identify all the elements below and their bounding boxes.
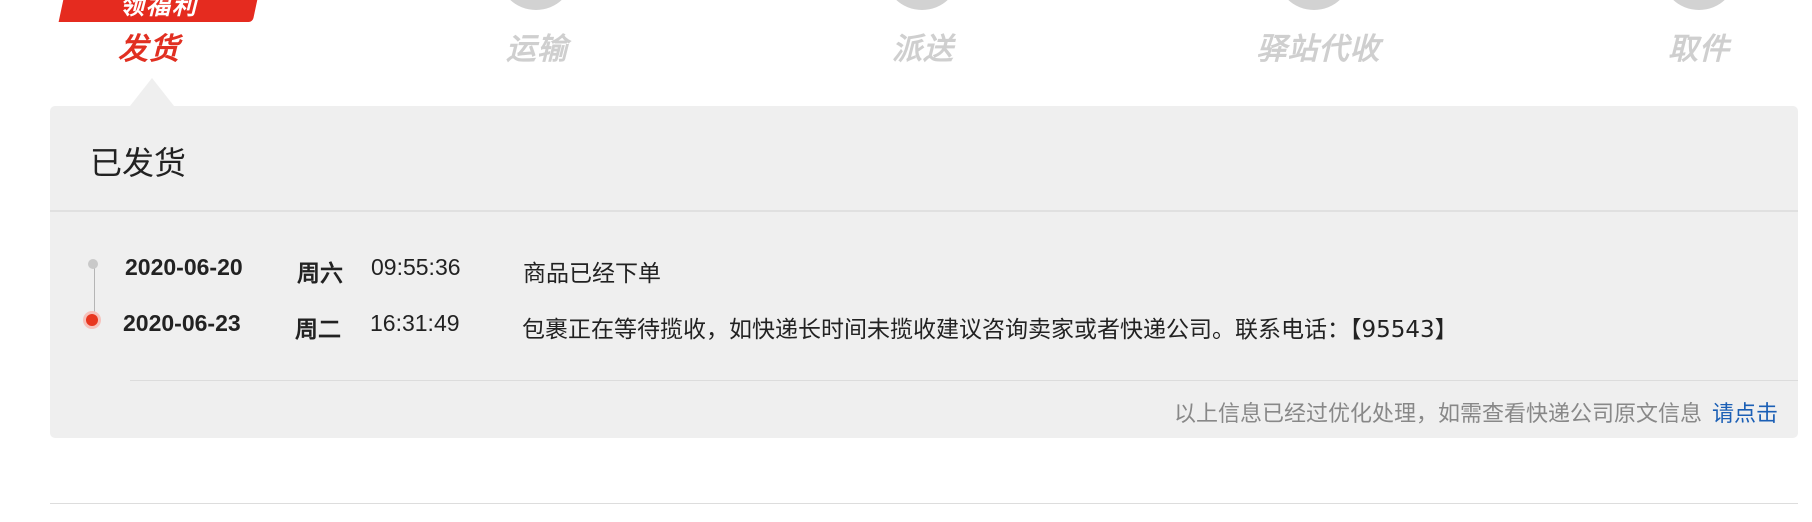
- step-station-pickup: 驿站代收: [1256, 32, 1381, 67]
- note-divider: [130, 380, 1798, 381]
- event-date: 2020-06-20: [125, 254, 243, 280]
- status-title: 已发货: [90, 144, 187, 182]
- shipping-progress: 领福利 发货 运输 派送 驿站代收 取件: [0, 0, 1812, 106]
- promo-logo[interactable]: 领福利: [58, 0, 260, 22]
- view-original-link[interactable]: 请点击: [1712, 402, 1778, 427]
- panel-divider: [50, 210, 1798, 212]
- optimization-note: 以上信息已经过优化处理，如需查看快递公司原文信息 请点击: [1174, 396, 1778, 428]
- step-transit: 运输: [506, 32, 568, 67]
- tracking-panel: 已发货 2020-06-20 周六 09:55:36 商品已经下单 2020-0…: [50, 106, 1798, 438]
- station-step-icon: [1276, 0, 1352, 10]
- promo-logo-text: 领福利: [120, 0, 198, 20]
- event-time: 09:55:36: [371, 254, 461, 280]
- event-description: 包裹正在等待揽收，如快递长时间未揽收建议咨询卖家或者快递公司。联系电话：【955…: [522, 317, 1458, 343]
- event-weekday: 周六: [297, 261, 343, 287]
- event-date: 2020-06-23: [123, 310, 241, 336]
- step-delivery: 派送: [892, 32, 954, 67]
- pickup-step-icon: [1661, 0, 1737, 10]
- timeline-line: [94, 268, 95, 312]
- step-collect: 取件: [1668, 32, 1730, 67]
- event-weekday: 周二: [295, 317, 341, 343]
- section-divider: [50, 503, 1798, 504]
- event-time: 16:31:49: [370, 310, 460, 336]
- delivery-step-icon: [884, 0, 960, 10]
- timeline-dot-past: [88, 259, 98, 269]
- transit-step-icon: [498, 0, 574, 10]
- step-shipped: 发货: [118, 32, 180, 67]
- active-step-pointer: [130, 78, 174, 106]
- timeline-dot-current: [86, 314, 98, 326]
- event-description: 商品已经下单: [523, 261, 661, 287]
- optimization-note-text: 以上信息已经过优化处理，如需查看快递公司原文信息: [1173, 402, 1702, 427]
